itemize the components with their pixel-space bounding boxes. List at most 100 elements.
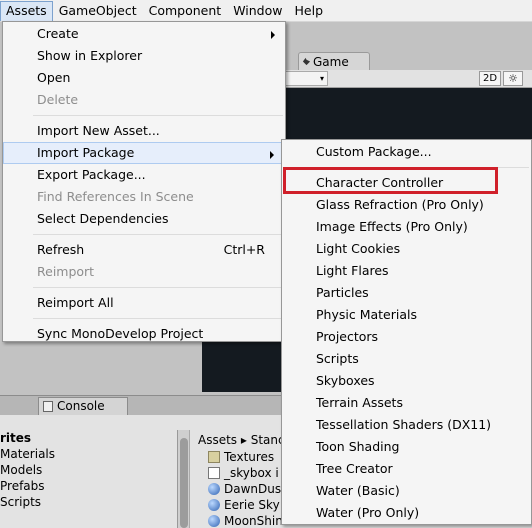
menu-item-refresh[interactable]: Refresh Ctrl+R bbox=[3, 239, 285, 261]
package-item-skyboxes[interactable]: Skyboxes bbox=[282, 370, 531, 392]
menu-item-label: Glass Refraction (Pro Only) bbox=[316, 197, 484, 212]
menu-separator bbox=[33, 234, 283, 235]
file-label: _skybox i bbox=[224, 466, 279, 480]
package-item-light-flares[interactable]: Light Flares bbox=[282, 260, 531, 282]
sphere-icon bbox=[208, 483, 220, 495]
menu-item-label: Select Dependencies bbox=[37, 211, 169, 226]
menu-item-reimport[interactable]: Reimport bbox=[3, 261, 285, 283]
menu-item-label: Character Controller bbox=[316, 175, 444, 190]
tab-console[interactable]: Console bbox=[38, 397, 128, 415]
menu-item-label: Reimport bbox=[37, 264, 95, 279]
package-item-terrain-assets[interactable]: Terrain Assets bbox=[282, 392, 531, 414]
package-item-light-cookies[interactable]: Light Cookies bbox=[282, 238, 531, 260]
console-icon bbox=[43, 401, 53, 412]
tree-item-materials[interactable]: Materials bbox=[0, 446, 177, 462]
tree-item-sprites[interactable]: rites bbox=[0, 430, 177, 446]
menu-window[interactable]: Window bbox=[227, 1, 288, 21]
menu-item-label: Toon Shading bbox=[316, 439, 400, 454]
folder-icon bbox=[208, 451, 220, 463]
menu-separator bbox=[312, 167, 529, 168]
menu-item-delete[interactable]: Delete bbox=[3, 89, 285, 111]
package-item-physic-materials[interactable]: Physic Materials bbox=[282, 304, 531, 326]
submenu-arrow-icon bbox=[271, 31, 275, 39]
menu-item-label: Refresh bbox=[37, 242, 85, 257]
sphere-icon bbox=[208, 515, 220, 527]
menu-assets[interactable]: Assets bbox=[0, 0, 53, 21]
menu-item-label: Image Effects (Pro Only) bbox=[316, 219, 468, 234]
scene-toolbar: ▾ 2D ☼ bbox=[282, 70, 532, 88]
package-item-water-pro-only[interactable]: Water (Pro Only) bbox=[282, 502, 531, 524]
menu-item-label: Light Cookies bbox=[316, 241, 401, 256]
project-folder-tree: rites Materials Models Prefabs Scripts bbox=[0, 430, 178, 528]
scrollbar-thumb[interactable] bbox=[180, 438, 188, 528]
menu-item-label: Terrain Assets bbox=[316, 395, 403, 410]
menu-separator bbox=[33, 287, 283, 288]
2d-toggle-button[interactable]: 2D bbox=[479, 71, 501, 86]
breadcrumb[interactable]: Assets ▸ Stanc bbox=[190, 432, 290, 448]
game-controller-icon bbox=[302, 57, 311, 66]
menu-item-label: Show in Explorer bbox=[37, 48, 143, 63]
menu-item-open[interactable]: Open bbox=[3, 67, 285, 89]
document-icon bbox=[208, 467, 220, 479]
scene-view[interactable] bbox=[282, 88, 532, 140]
menu-item-label: Import New Asset... bbox=[37, 123, 160, 138]
package-item-custom-package[interactable]: Custom Package... bbox=[282, 141, 531, 163]
package-item-particles[interactable]: Particles bbox=[282, 282, 531, 304]
menu-item-sync-monodevelop-project[interactable]: Sync MonoDevelop Project bbox=[3, 323, 285, 345]
menu-item-export-package[interactable]: Export Package... bbox=[3, 164, 285, 186]
menu-item-show-in-explorer[interactable]: Show in Explorer bbox=[3, 45, 285, 67]
menu-separator bbox=[33, 115, 283, 116]
menu-item-label: Scripts bbox=[316, 351, 359, 366]
menu-item-label: Open bbox=[37, 70, 71, 85]
package-item-tree-creator[interactable]: Tree Creator bbox=[282, 458, 531, 480]
menu-item-label: Tree Creator bbox=[316, 461, 393, 476]
package-item-image-effects-pro-only[interactable]: Image Effects (Pro Only) bbox=[282, 216, 531, 238]
file-label: Textures bbox=[224, 450, 275, 464]
scene-view-lower[interactable] bbox=[202, 340, 282, 392]
tree-item-models[interactable]: Models bbox=[0, 462, 177, 478]
menu-item-select-dependencies[interactable]: Select Dependencies bbox=[3, 208, 285, 230]
sun-icon: ☼ bbox=[508, 72, 518, 85]
package-item-tessellation-shaders-dx11[interactable]: Tessellation Shaders (DX11) bbox=[282, 414, 531, 436]
chevron-down-icon: ▾ bbox=[319, 74, 324, 83]
menu-item-import-new-asset[interactable]: Import New Asset... bbox=[3, 120, 285, 142]
tree-item-scripts[interactable]: Scripts bbox=[0, 494, 177, 510]
package-item-water-basic[interactable]: Water (Basic) bbox=[282, 480, 531, 502]
tab-game-label: Game bbox=[313, 55, 349, 69]
menu-item-label: Find References In Scene bbox=[37, 189, 194, 204]
package-item-character-controller[interactable]: Character Controller bbox=[282, 172, 531, 194]
menu-gameobject[interactable]: GameObject bbox=[53, 1, 143, 21]
menu-item-label: Import Package bbox=[37, 145, 135, 160]
menu-item-label: Skyboxes bbox=[316, 373, 375, 388]
tree-item-prefabs[interactable]: Prefabs bbox=[0, 478, 177, 494]
package-item-glass-refraction-pro-only[interactable]: Glass Refraction (Pro Only) bbox=[282, 194, 531, 216]
tab-console-label: Console bbox=[57, 399, 105, 413]
menu-help[interactable]: Help bbox=[289, 1, 330, 21]
menu-item-label: Physic Materials bbox=[316, 307, 417, 322]
menu-item-import-package[interactable]: Import Package bbox=[3, 142, 285, 164]
menu-item-reimport-all[interactable]: Reimport All bbox=[3, 292, 285, 314]
file-label: Eerie Sky bbox=[224, 498, 280, 512]
menu-item-label: Create bbox=[37, 26, 79, 41]
menu-item-label: Projectors bbox=[316, 329, 379, 344]
menu-component[interactable]: Component bbox=[143, 1, 228, 21]
tab-game[interactable]: Game bbox=[298, 52, 370, 71]
menu-item-label: Tessellation Shaders (DX11) bbox=[316, 417, 492, 432]
shading-mode-dropdown[interactable]: ▾ bbox=[284, 71, 328, 86]
menu-separator bbox=[33, 318, 283, 319]
lighting-toggle-button[interactable]: ☼ bbox=[503, 71, 523, 86]
menu-item-label: Light Flares bbox=[316, 263, 389, 278]
menu-item-find-references-in-scene[interactable]: Find References In Scene bbox=[3, 186, 285, 208]
package-item-projectors[interactable]: Projectors bbox=[282, 326, 531, 348]
sphere-icon bbox=[208, 499, 220, 511]
menu-item-label: Export Package... bbox=[37, 167, 146, 182]
file-label: MoonShin bbox=[224, 514, 283, 528]
package-item-toon-shading[interactable]: Toon Shading bbox=[282, 436, 531, 458]
package-item-scripts[interactable]: Scripts bbox=[282, 348, 531, 370]
menu-item-label: Sync MonoDevelop Project bbox=[37, 326, 204, 341]
project-scrollbar[interactable] bbox=[178, 430, 190, 528]
menu-item-label: Water (Pro Only) bbox=[316, 505, 420, 520]
menu-item-shortcut: Ctrl+R bbox=[223, 242, 265, 257]
file-label: DawnDus bbox=[224, 482, 282, 496]
menu-item-create[interactable]: Create bbox=[3, 23, 285, 45]
